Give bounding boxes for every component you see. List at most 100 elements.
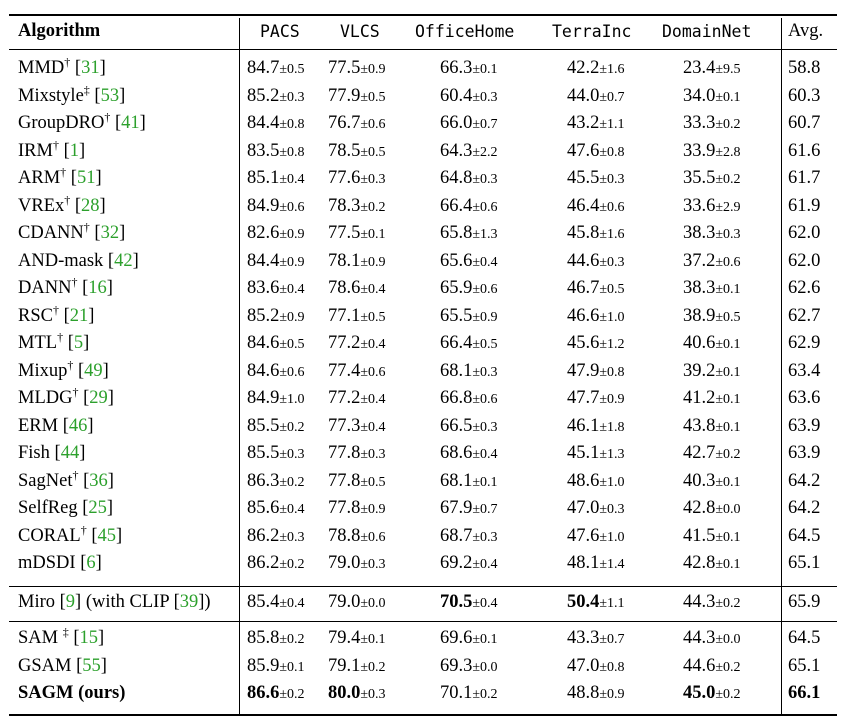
avg-cell: 65.1 — [788, 553, 821, 573]
terrainc-cell: 47.0±0.8 — [567, 653, 625, 680]
miro-domainnet: 44.3±0.2 — [683, 592, 741, 612]
pacs-std: ±0.2 — [279, 557, 305, 572]
algorithm-name: SagNet† [36] — [18, 467, 114, 491]
terrainc-std: ±1.0 — [599, 529, 625, 545]
algorithm-name: RSC† [21] — [18, 302, 95, 326]
table-row: CORAL† [45] 86.2±0.3 78.8±0.6 68.7±0.3 47.6±… — [9, 523, 837, 550]
officehome-cell: 66.4±0.5 — [440, 330, 498, 357]
terrainc-cell: 44.6±0.3 — [567, 248, 625, 275]
miro-row: Miro [9] (with CLIP [39]) 85.4±0.4 79.0±… — [9, 589, 837, 616]
table-row: AND-mask [42] 84.4±0.9 78.1±0.9 65.6±0.4 44.… — [9, 248, 837, 275]
citation-ref: 32 — [100, 223, 120, 243]
pacs-cell: 84.6±0.6 — [247, 358, 305, 385]
footnote-marker: † — [57, 330, 64, 344]
vlcs-std: ±0.9 — [360, 62, 386, 77]
domainnet-cell: 35.5±0.2 — [683, 165, 741, 192]
domainnet-cell: 39.2±0.1 — [683, 358, 741, 385]
citation-ref: 45 — [97, 525, 117, 546]
domainnet-std: ±0.2 — [715, 447, 741, 462]
avg-cell: 61.9 — [788, 195, 821, 216]
officehome-cell: 69.6±0.1 — [440, 625, 498, 652]
algorithm-label: VREx — [18, 195, 65, 216]
officehome-std: ±0.0 — [472, 659, 498, 675]
footnote-marker: ‡ — [62, 625, 69, 639]
domainnet-cell: 38.3±0.1 — [683, 275, 741, 302]
officehome-value: 69.2 — [440, 553, 473, 573]
vlcs-value: 76.7 — [328, 113, 361, 133]
terrainc-cell: 42.2±1.6 — [567, 55, 625, 82]
pacs-std: ±0.3 — [279, 89, 305, 105]
domainnet-value: 44.6 — [683, 655, 716, 676]
vlcs-std: ±0.1 — [360, 632, 386, 647]
domainnet-std: ±0.6 — [715, 254, 741, 270]
citation-ref: 16 — [88, 278, 107, 298]
pacs-value: 84.9 — [247, 195, 280, 216]
avg-cell: 61.7 — [788, 168, 821, 188]
header-terrainc: TerraInc — [552, 22, 632, 41]
pacs-cell: 85.5±0.2 — [247, 413, 305, 440]
header-officehome: OfficeHome — [415, 22, 515, 41]
citation-ref: 29 — [89, 388, 108, 408]
terrainc-value: 46.6 — [567, 305, 600, 326]
officehome-cell: 68.1±0.1 — [440, 468, 498, 495]
officehome-cell: 69.3±0.0 — [440, 653, 498, 680]
pacs-cell: 86.2±0.2 — [247, 550, 305, 577]
column-divider-left — [239, 18, 240, 714]
vlcs-std: ±0.4 — [360, 392, 386, 407]
algorithm-name: CDANN† [32] — [18, 220, 126, 243]
algorithm-label: ARM — [18, 168, 61, 188]
citation-ref: 49 — [84, 360, 103, 381]
citation-ref: 1 — [69, 140, 79, 161]
terrainc-cell: 46.7±0.5 — [567, 275, 625, 302]
vlcs-cell: 77.2±0.4 — [328, 330, 386, 357]
vlcs-value: 77.5 — [328, 58, 361, 78]
officehome-value: 66.4 — [440, 333, 473, 353]
terrainc-std: ±1.2 — [599, 337, 625, 352]
officehome-std: ±0.3 — [472, 364, 498, 380]
pacs-value: 85.2 — [247, 85, 280, 106]
footnote-marker: † — [60, 165, 67, 179]
vlcs-value: 78.6 — [328, 278, 361, 298]
vlcs-value: 78.5 — [328, 140, 361, 161]
officehome-value: 66.8 — [440, 388, 473, 408]
pacs-value: 83.5 — [247, 140, 280, 161]
terrainc-std: ±1.0 — [599, 474, 625, 490]
terrainc-std: ±0.8 — [599, 144, 625, 160]
avg-cell: 64.2 — [788, 470, 821, 491]
footnote-marker: † — [72, 467, 79, 482]
algorithm-name: ERM [46] — [18, 415, 94, 436]
domainnet-cell: 33.3±0.2 — [683, 110, 741, 137]
pacs-cell: 83.5±0.8 — [247, 138, 305, 165]
header-avg: Avg. — [788, 21, 824, 41]
header-rule — [9, 49, 837, 50]
algorithm-label: Fish — [18, 443, 50, 463]
domainnet-std: ±0.1 — [715, 529, 741, 545]
pacs-value: 84.4 — [247, 113, 280, 133]
domainnet-std: ±0.5 — [715, 309, 741, 325]
footnote-marker: † — [71, 275, 78, 289]
miro-top-rule — [9, 586, 837, 587]
officehome-value: 65.5 — [440, 305, 473, 326]
vlcs-std: ±0.3 — [360, 447, 386, 462]
domainnet-std: ±0.1 — [715, 337, 741, 352]
vlcs-value: 77.2 — [328, 333, 361, 353]
officehome-cell: 66.4±0.6 — [440, 193, 498, 220]
domainnet-value: 33.3 — [683, 113, 716, 133]
algorithm-name: SAM ‡ [15] — [18, 625, 105, 648]
domainnet-value: 40.6 — [683, 333, 716, 353]
table-row: SelfReg [25] 85.6±0.4 77.8±0.9 67.9±0.7 47.0… — [9, 495, 837, 522]
officehome-cell: 65.9±0.6 — [440, 275, 498, 302]
miro-officehome: 70.5±0.4 — [440, 592, 498, 612]
officehome-value: 68.1 — [440, 470, 473, 491]
vlcs-cell: 79.4±0.1 — [328, 625, 386, 652]
domainnet-std: ±9.5 — [715, 62, 741, 77]
terrainc-std: ±0.8 — [599, 659, 625, 675]
domainnet-std: ±0.1 — [715, 364, 741, 380]
vlcs-cell: 77.1±0.5 — [328, 303, 386, 330]
officehome-value: 68.7 — [440, 525, 473, 546]
pacs-cell: 84.6±0.5 — [247, 330, 305, 357]
footnote-marker: † — [64, 55, 71, 69]
pacs-cell: 85.5±0.3 — [247, 440, 305, 467]
terrainc-std: ±1.3 — [599, 447, 625, 462]
pacs-std: ±0.2 — [279, 419, 305, 435]
